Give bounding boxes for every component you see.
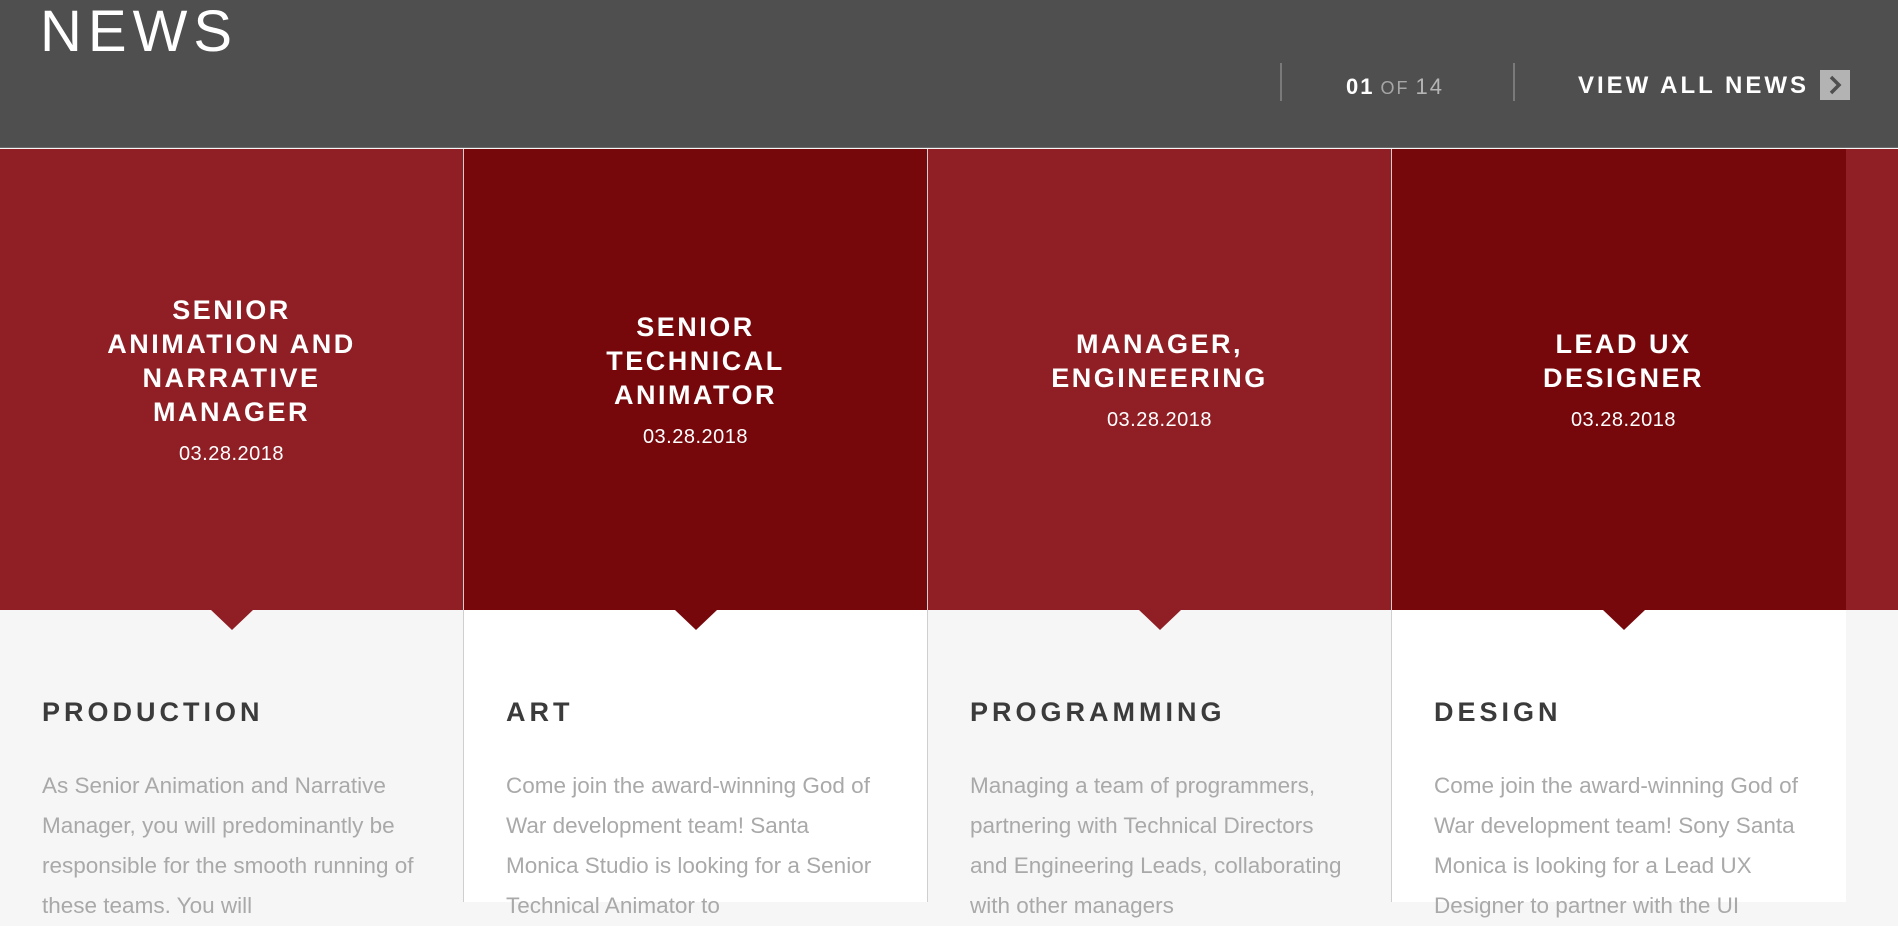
job-description: Come join the award-winning God of War d…	[506, 773, 872, 918]
hero-pointer	[210, 610, 253, 630]
pager-current: 01	[1346, 74, 1375, 99]
pager-total: 14	[1415, 74, 1444, 99]
chevron-right-icon	[1829, 75, 1842, 95]
job-title: SENIOR ANIMATION AND NARRATIVE MANAGER	[107, 295, 356, 427]
hero-pointer	[674, 610, 717, 630]
job-title: LEAD UX DESIGNER	[1542, 329, 1705, 393]
news-header: NEWS 01 OF 14 VIEW ALL NEWS	[0, 0, 1898, 148]
hero-pointer	[1602, 610, 1645, 630]
job-description: As Senior Animation and Narrative Manage…	[42, 773, 414, 918]
pager-divider-left	[1280, 63, 1282, 101]
job-date: 03.28.2018	[642, 426, 749, 448]
pager-of: OF	[1380, 78, 1410, 98]
job-card-hero[interactable]: LEAD UX DESIGNER 03.28.2018	[1392, 149, 1855, 610]
job-card[interactable]: SENIOR ANIMATION AND NARRATIVE MANAGER 0…	[0, 149, 464, 918]
job-card-carousel: SENIOR ANIMATION AND NARRATIVE MANAGER 0…	[0, 149, 1898, 918]
job-description: Come join the award-winning God of War d…	[1434, 773, 1798, 918]
job-category: ART	[506, 697, 574, 727]
job-category: PRODUCTION	[42, 697, 264, 727]
job-title: MANAGER, ENGINEERING	[1051, 329, 1268, 393]
hero-pointer	[1138, 610, 1181, 630]
job-card-hero[interactable]: MANAGER, ENGINEERING 03.28.2018	[928, 149, 1391, 610]
next-card-peek[interactable]	[1846, 149, 1898, 902]
next-card-hero	[1846, 149, 1898, 610]
job-date: 03.28.2018	[178, 443, 285, 465]
job-card-hero[interactable]: SENIOR TECHNICAL ANIMATOR 03.28.2018	[464, 149, 927, 610]
job-category: PROGRAMMING	[970, 697, 1226, 727]
pager-divider-right	[1513, 63, 1515, 101]
job-title: SENIOR TECHNICAL ANIMATOR	[606, 312, 785, 410]
view-all-news-arrow-button[interactable]	[1820, 70, 1850, 100]
pager-indicator: 01 OF 14	[1346, 74, 1444, 100]
job-category: DESIGN	[1434, 697, 1562, 727]
job-card-hero[interactable]: SENIOR ANIMATION AND NARRATIVE MANAGER 0…	[0, 149, 463, 610]
job-date: 03.28.2018	[1106, 409, 1213, 431]
job-description: Managing a team of programmers, partneri…	[970, 773, 1342, 918]
job-date: 03.28.2018	[1570, 409, 1677, 431]
job-card[interactable]: MANAGER, ENGINEERING 03.28.2018 PROGRAMM…	[928, 149, 1392, 918]
job-card[interactable]: LEAD UX DESIGNER 03.28.2018 DESIGN Come …	[1392, 149, 1856, 918]
page-title: NEWS	[40, 0, 238, 64]
job-card[interactable]: SENIOR TECHNICAL ANIMATOR 03.28.2018 ART…	[464, 149, 928, 918]
view-all-news-link[interactable]: VIEW ALL NEWS	[1578, 72, 1809, 100]
